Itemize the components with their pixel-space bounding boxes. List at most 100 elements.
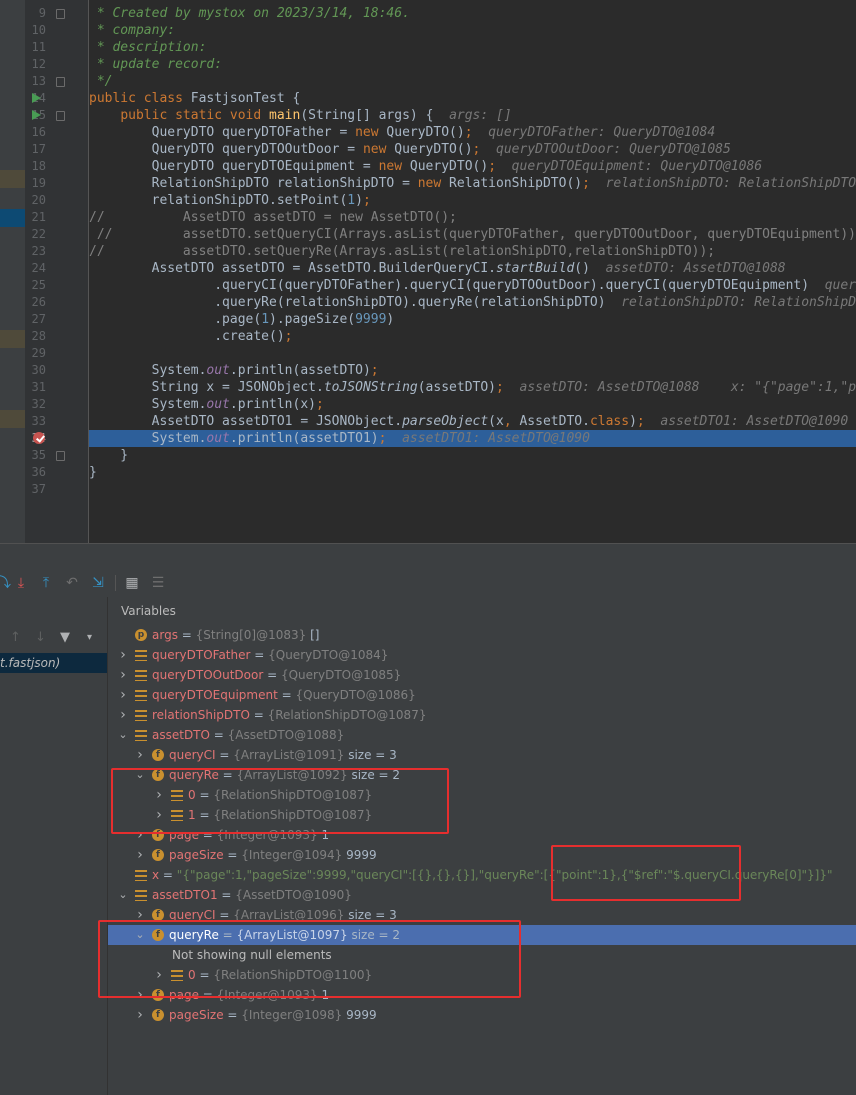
code-line[interactable]: System.out.println(assetDTO); xyxy=(89,362,856,379)
chevron-right-icon[interactable]: › xyxy=(118,665,128,685)
code-line[interactable]: AssetDTO assetDTO = AssetDTO.BuilderQuer… xyxy=(89,260,856,277)
chevron-right-icon[interactable]: › xyxy=(118,685,128,705)
code-line[interactable] xyxy=(89,481,856,498)
code-line[interactable]: QueryDTO queryDTOEquipment = new QueryDT… xyxy=(89,158,856,175)
code-line[interactable]: QueryDTO queryDTOFather = new QueryDTO()… xyxy=(89,124,856,141)
frame-up-icon[interactable]: ↑ xyxy=(10,630,21,645)
chevron-down-icon[interactable]: ⌄ xyxy=(118,725,128,745)
code-line[interactable]: .queryRe(relationShipDTO).queryRe(relati… xyxy=(89,294,856,311)
toolbar-separator xyxy=(115,575,116,591)
object-icon xyxy=(135,670,147,681)
code-line[interactable]: * description: xyxy=(89,39,856,56)
code-line[interactable]: // AssetDTO assetDTO = new AssetDTO(); xyxy=(89,209,856,226)
fold-icon[interactable] xyxy=(56,451,65,461)
fold-icon[interactable] xyxy=(56,111,65,121)
variable-type: {AssetDTO@1088} xyxy=(227,728,345,742)
frame-row-main[interactable]: t.fastjson) xyxy=(0,653,107,673)
code-line[interactable]: String x = JSONObject.toJSONString(asset… xyxy=(89,379,856,396)
variables-header: Variables xyxy=(121,604,176,618)
variable-text: queryDTOFather = {QueryDTO@1084} xyxy=(152,645,388,665)
variable-name: pageSize xyxy=(169,848,224,862)
run-gutter-icon[interactable] xyxy=(32,110,41,120)
code-line[interactable]: */ xyxy=(89,73,856,90)
line-number: 33 xyxy=(31,414,46,428)
variable-type: {AssetDTO@1090} xyxy=(235,888,352,902)
equals-sign: = xyxy=(209,728,228,742)
code-line[interactable]: // assetDTO.setQueryRe(Arrays.asList(rel… xyxy=(89,243,856,260)
chevron-right-icon[interactable]: › xyxy=(118,645,128,665)
breakpoint-icon[interactable] xyxy=(33,432,45,444)
current-execution-line[interactable]: System.out.println(assetDTO1); assetDTO1… xyxy=(89,430,856,447)
variable-row-queryDTOOutDoor[interactable]: › queryDTOOutDoor = {QueryDTO@1085} xyxy=(108,665,856,685)
chevron-down-icon[interactable]: ⌄ xyxy=(118,885,128,905)
equals-sign: = xyxy=(159,868,177,882)
code-line[interactable] xyxy=(89,345,856,362)
equals-sign: = xyxy=(250,648,269,662)
variable-type: {QueryDTO@1085} xyxy=(280,668,402,682)
object-icon xyxy=(135,890,147,901)
line-number: 21 xyxy=(31,210,46,224)
variable-row-args[interactable]: p args = {String[0]@1083} [] xyxy=(108,625,856,645)
code-line[interactable]: System.out.println(x); xyxy=(89,396,856,413)
line-number: 9 xyxy=(38,6,46,20)
chevron-right-icon[interactable]: › xyxy=(118,705,128,725)
annotation-box-ref xyxy=(551,845,741,901)
panel-divider[interactable] xyxy=(0,543,856,570)
code-line[interactable]: .create(); xyxy=(89,328,856,345)
step-into-icon[interactable]: ⤓ xyxy=(13,575,29,591)
code-line[interactable]: RelationShipDTO relationShipDTO = new Re… xyxy=(89,175,856,192)
trace-icon[interactable]: ☰ xyxy=(150,575,166,591)
variable-row-pageSize[interactable]: › f pageSize = {Integer@1094} 9999 xyxy=(108,845,856,865)
chevron-right-icon[interactable]: › xyxy=(135,745,145,765)
variable-row-x[interactable]: x = "{"page":1,"pageSize":9999,"queryCI"… xyxy=(108,865,856,885)
variable-text: queryDTOEquipment = {QueryDTO@1086} xyxy=(152,685,416,705)
code-line[interactable]: public class FastjsonTest { xyxy=(89,90,856,107)
variable-row-queryDTOFather[interactable]: › queryDTOFather = {QueryDTO@1084} xyxy=(108,645,856,665)
variable-text: queryDTOOutDoor = {QueryDTO@1085} xyxy=(152,665,401,685)
variable-row-relationShipDTO[interactable]: › relationShipDTO = {RelationShipDTO@1087… xyxy=(108,705,856,725)
variable-value: [] xyxy=(310,628,320,642)
annotation-box-queryre-original xyxy=(111,768,449,834)
code-line[interactable]: AssetDTO assetDTO1 = JSONObject.parseObj… xyxy=(89,413,856,430)
fold-icon[interactable] xyxy=(56,77,65,87)
step-over-icon[interactable]: ⤵ xyxy=(0,575,12,591)
fold-icon[interactable] xyxy=(56,9,65,19)
code-line[interactable]: * Created by mystox on 2023/3/14, 18:46. xyxy=(89,5,856,22)
filter-icon[interactable]: ▼ xyxy=(60,630,70,645)
code-editor[interactable]: 9 10 11 12 13 14 15 16 17 18 19 20 21 22 23 24 25 26 27 28 2… xyxy=(0,0,856,543)
chevron-right-icon[interactable]: › xyxy=(135,1005,145,1025)
code-line[interactable]: QueryDTO queryDTOOutDoor = new QueryDTO(… xyxy=(89,141,856,158)
variable-row-queryDTOEquipment[interactable]: › queryDTOEquipment = {QueryDTO@1086} xyxy=(108,685,856,705)
variable-row-assetDTO[interactable]: ⌄ assetDTO = {AssetDTO@1088} xyxy=(108,725,856,745)
drop-frame-icon[interactable]: ↶ xyxy=(64,575,80,591)
code-line[interactable]: } xyxy=(89,464,856,481)
object-icon xyxy=(135,690,147,701)
code-line[interactable]: .page(1).pageSize(9999) xyxy=(89,311,856,328)
code-line[interactable]: // assetDTO.setQueryCI(Arrays.asList(que… xyxy=(89,226,856,243)
code-line[interactable]: * update record: xyxy=(89,56,856,73)
line-number: 24 xyxy=(31,261,46,275)
run-gutter-icon[interactable] xyxy=(32,93,41,103)
line-number: 11 xyxy=(31,40,46,54)
code-line[interactable]: } xyxy=(89,447,856,464)
line-number: 28 xyxy=(31,329,46,343)
run-to-cursor-icon[interactable]: ⇲ xyxy=(90,575,106,591)
variable-row-queryCI[interactable]: › f queryCI = {ArrayList@1091} size = 3 xyxy=(108,745,856,765)
project-sidebar-strip xyxy=(0,0,25,543)
frame-down-icon[interactable]: ↓ xyxy=(35,630,46,645)
dropdown-icon[interactable]: ▾ xyxy=(87,632,92,643)
code-line[interactable]: relationShipDTO.setPoint(1); xyxy=(89,192,856,209)
chevron-right-icon[interactable]: › xyxy=(135,845,145,865)
line-number: 10 xyxy=(31,23,46,37)
step-out-icon[interactable]: ⤒ xyxy=(38,575,54,591)
code-line[interactable]: * company: xyxy=(89,22,856,39)
parameter-icon: p xyxy=(135,629,147,641)
variable-row-pageSize[interactable]: › f pageSize = {Integer@1098} 9999 xyxy=(108,1005,856,1025)
code-line[interactable]: .queryCI(queryDTOFather).queryCI(queryDT… xyxy=(89,277,856,294)
variable-row-assetDTO1[interactable]: ⌄ assetDTO1 = {AssetDTO@1090} xyxy=(108,885,856,905)
variable-text: pageSize = {Integer@1098} 9999 xyxy=(169,1005,377,1025)
line-number: 13 xyxy=(31,74,46,88)
evaluate-expression-icon[interactable]: ▦ xyxy=(124,575,140,591)
strip-marker xyxy=(0,410,25,428)
code-line[interactable]: public static void main(String[] args) {… xyxy=(89,107,856,124)
